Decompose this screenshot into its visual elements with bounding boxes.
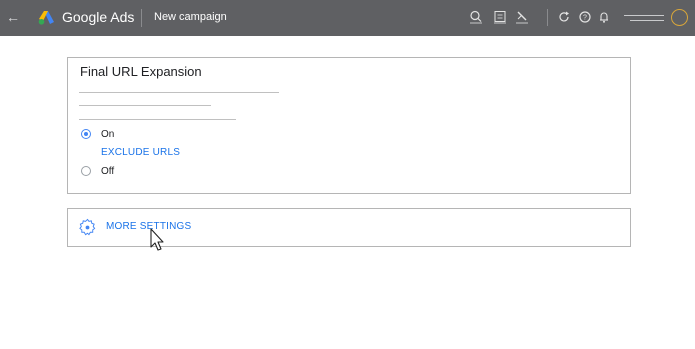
radio-selected-dot bbox=[84, 132, 88, 136]
google-ads-logo-icon[interactable] bbox=[38, 10, 55, 25]
reports-icon[interactable] bbox=[493, 10, 507, 24]
radio-label-on[interactable]: On bbox=[101, 129, 114, 140]
svg-text:?: ? bbox=[583, 15, 587, 22]
app-header: ← Google Ads New campaign ? bbox=[0, 0, 695, 36]
final-url-expansion-card: Final URL Expansion On EXCLUDE URLS Off bbox=[67, 57, 631, 194]
more-settings-link[interactable]: MORE SETTINGS bbox=[106, 221, 191, 232]
help-icon[interactable]: ? bbox=[578, 10, 592, 24]
radio-off[interactable] bbox=[81, 166, 91, 176]
avatar[interactable] bbox=[671, 9, 688, 26]
gear-icon bbox=[79, 218, 96, 236]
mouse-cursor-icon bbox=[150, 228, 164, 251]
notifications-icon[interactable] bbox=[597, 10, 611, 24]
description-line bbox=[79, 92, 279, 93]
exclude-urls-link[interactable]: EXCLUDE URLS bbox=[101, 147, 180, 158]
page-title: New campaign bbox=[154, 11, 227, 23]
section-title: Final URL Expansion bbox=[80, 64, 202, 79]
refresh-icon[interactable] bbox=[557, 10, 571, 24]
account-name-placeholder bbox=[624, 15, 664, 16]
app-name: Google Ads bbox=[62, 9, 135, 25]
radio-label-off[interactable]: Off bbox=[101, 166, 114, 177]
header-divider bbox=[141, 9, 142, 27]
radio-on[interactable] bbox=[81, 129, 91, 139]
toolbar-divider bbox=[547, 9, 548, 26]
back-arrow-icon[interactable]: ← bbox=[6, 9, 20, 25]
description-line bbox=[79, 119, 236, 120]
account-id-placeholder bbox=[630, 20, 664, 21]
description-line bbox=[79, 105, 211, 106]
tools-icon[interactable] bbox=[515, 10, 529, 24]
search-icon[interactable] bbox=[469, 10, 483, 24]
